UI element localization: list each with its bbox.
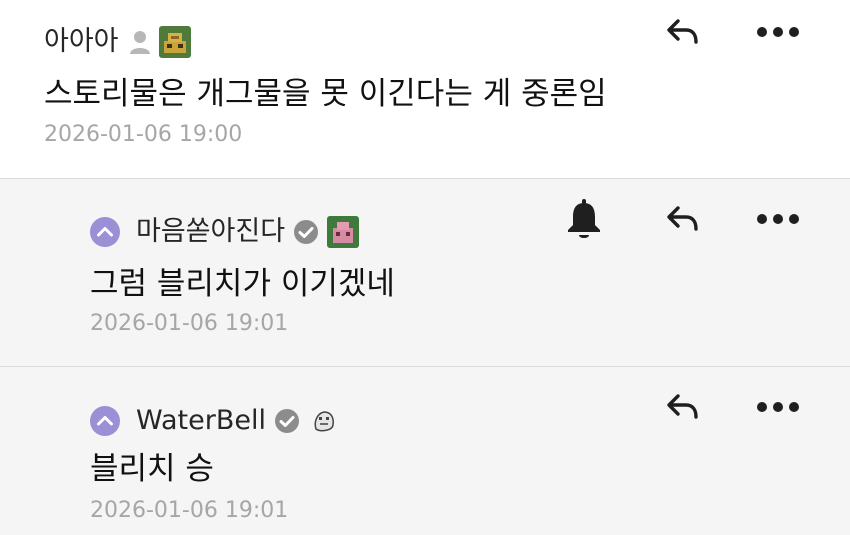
comment-timestamp: 2026-01-06 19:00 — [44, 122, 243, 147]
comment-timestamp: 2026-01-06 19:01 — [90, 311, 289, 336]
more-options-button[interactable] — [756, 10, 800, 54]
level-badge-icon — [307, 405, 340, 437]
comment-reply: WaterBell 블리치 승 2026-01-06 19:01 — [0, 366, 850, 535]
more-options-button[interactable] — [756, 385, 800, 429]
level-badge-icon — [158, 26, 191, 58]
comment-top-level: 아아아 스토리물은 개그물을 못 이긴다는 게 중론임 2026-01-06 1… — [0, 0, 850, 178]
notification-button[interactable] — [562, 197, 606, 241]
reply-arrow-icon — [667, 206, 698, 231]
reply-button[interactable] — [660, 10, 704, 54]
more-dots-icon — [757, 402, 799, 412]
comment-header: WaterBell — [90, 401, 340, 441]
level-badge-icon — [327, 216, 360, 248]
bell-icon — [568, 199, 600, 238]
author-name[interactable]: 마음쏟아진다 — [136, 212, 285, 252]
reply-arrow-icon — [667, 19, 698, 44]
reply-arrow-icon — [667, 394, 698, 419]
comment-text: 블리치 승 — [90, 451, 214, 487]
more-options-button[interactable] — [756, 197, 800, 241]
comment-timestamp: 2026-01-06 19:01 — [90, 498, 289, 523]
more-dots-icon — [757, 27, 799, 37]
comment-header: 아아아 — [44, 22, 191, 62]
person-icon — [129, 29, 151, 55]
chevron-up-icon[interactable] — [90, 406, 120, 436]
comment-text: 스토리물은 개그물을 못 이긴다는 게 중론임 — [44, 76, 607, 112]
chevron-up-icon[interactable] — [90, 217, 120, 247]
author-name[interactable]: 아아아 — [44, 22, 119, 62]
reply-button[interactable] — [660, 385, 704, 429]
more-dots-icon — [757, 214, 799, 224]
comment-text: 그럼 블리치가 이기겠네 — [90, 266, 395, 302]
comment-reply: 마음쏟아진다 그럼 블리치가 이기겠네 2026-01-06 19:01 — [0, 178, 850, 366]
verified-check-icon — [293, 219, 319, 245]
reply-button[interactable] — [660, 197, 704, 241]
comment-header: 마음쏟아진다 — [90, 212, 360, 252]
verified-check-icon — [274, 408, 300, 434]
author-name[interactable]: WaterBell — [136, 401, 266, 441]
